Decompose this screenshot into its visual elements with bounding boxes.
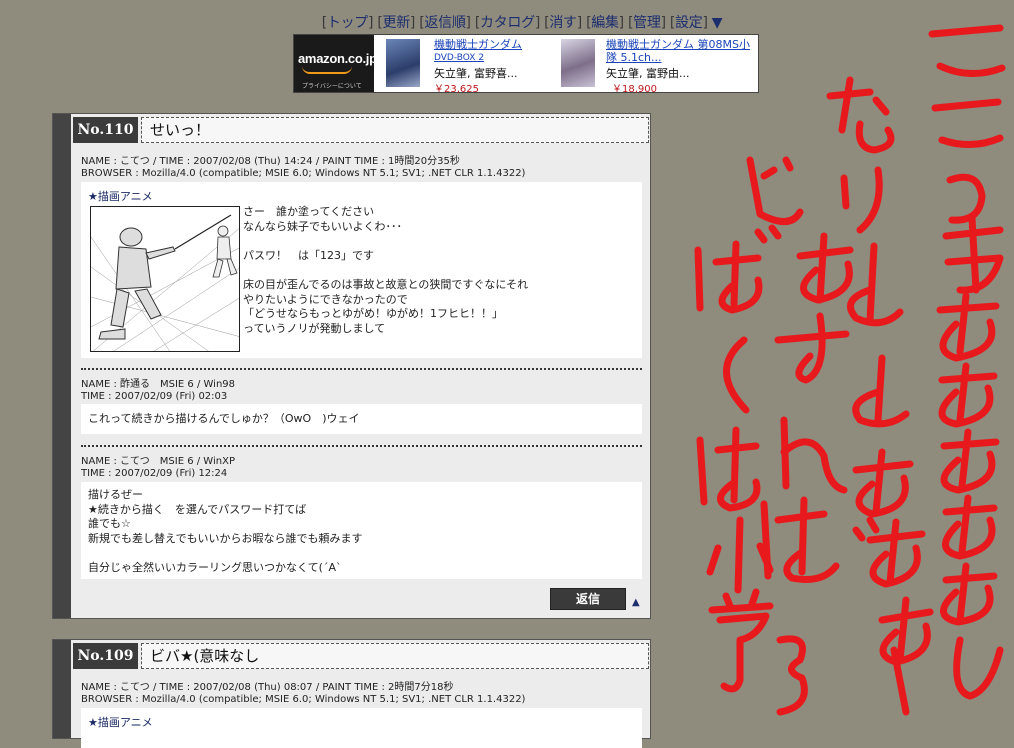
- ad-product-2-title-line2[interactable]: 隊 5.1ch...: [606, 52, 662, 64]
- post-meta-line1: NAME : こてつ / TIME : 2007/02/08 (Thu) 08:…: [81, 682, 454, 693]
- post-body-area: ★描画アニメ: [81, 708, 642, 748]
- post-browser-line: BROWSER : Mozilla/4.0 (compatible; MSIE …: [81, 694, 526, 705]
- post-rail: [53, 114, 71, 618]
- ad-product-1-thumbnail[interactable]: [386, 39, 420, 87]
- reply-1-body-text: これって続きから描けるんでしゅか？（OwO )ウェイ: [88, 412, 360, 425]
- ad-product-2-thumbnail[interactable]: [561, 39, 595, 87]
- amazon-smile-icon: [302, 66, 352, 74]
- scroll-top-arrow-icon[interactable]: ▲: [632, 597, 640, 608]
- reply-2-name: NAME : こてつ MSIE 6 / WinXP: [81, 456, 235, 467]
- post-meta-line1: NAME : こてつ / TIME : 2007/02/08 (Thu) 14:…: [81, 156, 460, 167]
- ad-product-1-author: 矢立肇, 富野喜...: [434, 67, 518, 80]
- post-number: No.109: [73, 643, 138, 669]
- reply-button[interactable]: 返信: [550, 588, 626, 610]
- post-109: No.109 ビバ★(意味なし NAME : こてつ / TIME : 2007…: [52, 639, 651, 748]
- reply-2-body-area: 描けるぜー ★続きから描く を選んでパスワード打てば 誰でも☆ 新規でも差し替え…: [81, 482, 642, 579]
- ad-product-1-price: ￥23,625: [434, 84, 479, 95]
- nav-admin-link[interactable]: 管理: [633, 15, 661, 31]
- reply-2-time: TIME : 2007/02/09 (Fri) 12:24: [81, 468, 228, 479]
- nav-reply-order-link[interactable]: 返信順: [424, 15, 465, 31]
- reply-1-body-area: これって続きから描けるんでしゅか？（OwO )ウェイ: [81, 404, 642, 434]
- handwritten-red-scribble: [694, 24, 1006, 716]
- nav-edit-link[interactable]: 編集: [591, 15, 619, 31]
- post-110: No.110 せいっ！ NAME : こてつ / TIME : 2007/02/…: [52, 113, 651, 619]
- ad-product-2-price: ￥18,900: [612, 84, 657, 95]
- ad-product-1[interactable]: 機動戦士ガンダム DVD-BOX 2 矢立肇, 富野喜... ￥23,625: [378, 35, 548, 95]
- amazon-logo[interactable]: amazon.co.jp プライバシーについて: [294, 35, 377, 92]
- reply-1-time: TIME : 2007/02/09 (Fri) 02:03: [81, 391, 228, 402]
- post-number: No.110: [73, 117, 138, 143]
- ad-privacy-link[interactable]: プライバシーについて: [302, 81, 362, 90]
- draw-animation-link[interactable]: ★描画アニメ: [88, 714, 153, 730]
- reply-2-body-text: 描けるぜー ★続きから描く を選んでパスワード打てば 誰でも☆ 新規でも差し替え…: [88, 488, 363, 574]
- oekaki-drawing[interactable]: [90, 206, 240, 352]
- post-body-area: ★描画アニメ: [81, 182, 642, 358]
- post-rail: [53, 640, 71, 738]
- reply-separator: [81, 368, 642, 370]
- reply-1-name: NAME : 酢通る MSIE 6 / Win98: [81, 379, 236, 390]
- draw-animation-link[interactable]: ★描画アニメ: [88, 188, 153, 204]
- ad-product-1-subtitle[interactable]: DVD-BOX 2: [434, 53, 484, 63]
- nav-catalog-link[interactable]: カタログ: [480, 15, 535, 31]
- amazon-logo-text: amazon.co.jp: [298, 51, 377, 66]
- post-browser-line: BROWSER : Mozilla/4.0 (compatible; MSIE …: [81, 168, 526, 179]
- post-title: ビバ★(意味なし: [141, 643, 649, 669]
- ad-product-1-title[interactable]: 機動戦士ガンダム: [434, 39, 522, 51]
- nav-delete-link[interactable]: 消す: [549, 15, 577, 31]
- post-title: せいっ！: [141, 117, 649, 143]
- post-body-text: さー 誰か塗ってください なんなら妹子でもいいよくわ･･･ パスワ！ は「123…: [243, 205, 529, 335]
- nav-update-link[interactable]: 更新: [383, 15, 411, 31]
- oekaki-drawing-sketch: [91, 214, 239, 351]
- reply-separator: [81, 445, 642, 447]
- nav-top-link[interactable]: トップ: [327, 15, 368, 31]
